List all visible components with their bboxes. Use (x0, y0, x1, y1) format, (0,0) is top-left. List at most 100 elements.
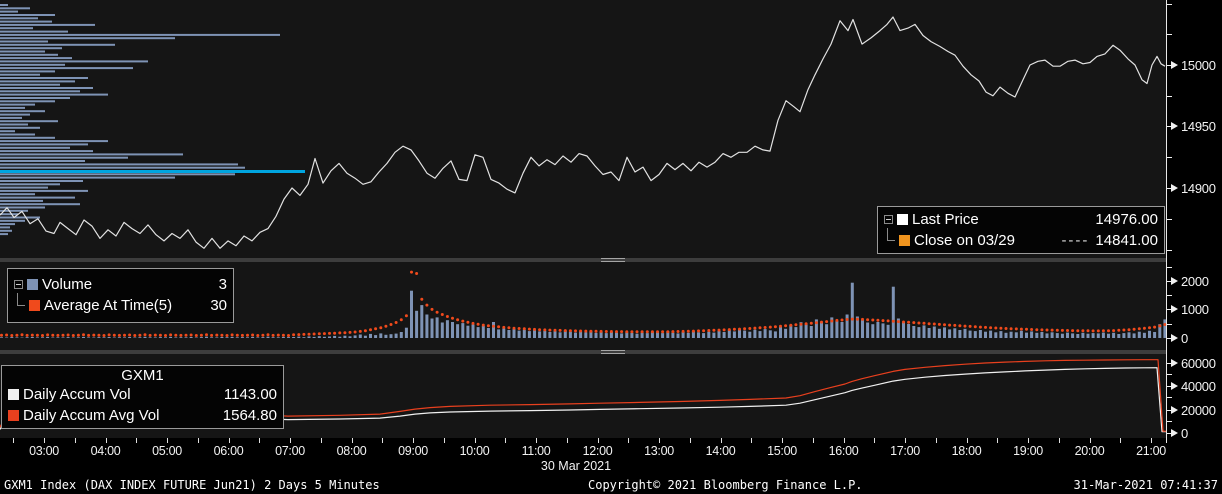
y-axis-label: 60000 (1181, 356, 1216, 371)
x-axis-tick (905, 438, 906, 443)
y-axis-minor-tick (1167, 324, 1172, 325)
legend-row-avg-at-time[interactable]: Average At Time(5) 30 (8, 293, 233, 316)
legend-collapse-icon[interactable] (14, 280, 23, 289)
x-axis-label: 05:00 (152, 444, 182, 458)
x-axis-tick (536, 438, 537, 443)
y-axis-minor-tick (1167, 96, 1172, 97)
close-label: Close on 03/29 (914, 232, 1015, 249)
x-axis-tick (720, 438, 722, 443)
x-axis-label: 09:00 (398, 444, 428, 458)
y-axis-minor-tick (1167, 34, 1172, 35)
y-axis-label: 0 (1181, 426, 1188, 441)
x-axis-tick (413, 438, 414, 443)
volume-legend-box[interactable]: Volume 3 Average At Time(5) 30 (7, 268, 234, 323)
x-axis-tick (197, 438, 199, 443)
x-axis-tick (628, 438, 630, 443)
daily-accum-avg-vol-swatch-icon (8, 410, 19, 421)
daily-accum-vol-label: Daily Accum Vol (23, 386, 131, 403)
y-axis-minor-tick (1167, 397, 1172, 398)
close-swatch-icon (899, 235, 910, 246)
y-axis-label: 14900 (1181, 181, 1216, 196)
x-axis-label: 12:00 (582, 444, 613, 458)
last-price-swatch-icon (897, 214, 908, 225)
x-axis-tick (228, 438, 230, 443)
x-axis-tick (566, 438, 568, 443)
axis-arrow-icon (1171, 334, 1178, 342)
status-bar: GXM1 Index (DAX INDEX FUTURE Jun21) 2 Da… (0, 475, 1222, 494)
daily-accum-avg-vol-value: 1564.80 (222, 407, 277, 424)
y-axis-minor-tick (1167, 157, 1172, 158)
x-axis-label: 03:00 (29, 444, 59, 458)
bloomberg-chart-window: 15000 14950 14900 2000 1000 0 60000 40000 20000 0… (0, 0, 1222, 494)
x-axis-label: 08:00 (336, 444, 367, 458)
x-axis-label: 14:00 (705, 444, 736, 458)
x-axis-date-label: 30 Mar 2021 (540, 459, 612, 473)
y-axis-minor-tick (1167, 219, 1172, 220)
status-security-description: GXM1 Index (DAX INDEX FUTURE Jun21) 2 Da… (4, 478, 380, 492)
legend-row-volume[interactable]: Volume 3 (8, 274, 233, 295)
x-axis-tick (351, 438, 353, 443)
x-axis-tick (751, 438, 753, 443)
x-axis-tick (997, 438, 999, 443)
legend-row-daily-accum-avg-vol[interactable]: Daily Accum Avg Vol 1564.80 (2, 405, 283, 426)
x-axis-tick (320, 438, 322, 443)
x-axis-tick (105, 438, 107, 443)
x-axis-label: 13:00 (644, 444, 674, 458)
y-axis-minor-tick (1167, 250, 1172, 251)
axis-arrow-icon (1171, 406, 1178, 414)
x-axis-label: 19:00 (1013, 444, 1043, 458)
y-axis-label: 1000 (1181, 302, 1209, 317)
x-axis-tick (874, 438, 876, 443)
volume-swatch-icon (27, 279, 38, 290)
y-axis-minor-tick (1167, 374, 1172, 375)
y-axis-minor-tick (1167, 421, 1172, 422)
axis-arrow-icon (1171, 61, 1178, 69)
accum-legend-title: GXM1 (121, 367, 164, 384)
dashed-line-style-icon: ---- (1061, 232, 1090, 249)
x-axis-tick (74, 438, 76, 443)
x-axis-label: 16:00 (828, 444, 859, 458)
x-axis-label: 15:00 (767, 444, 797, 458)
x-axis-label: 18:00 (951, 444, 982, 458)
x-axis-label: 11:00 (521, 444, 551, 458)
axis-arrow-icon (1171, 382, 1178, 390)
y-axis-label: 14950 (1181, 119, 1216, 134)
x-axis-tick (782, 438, 783, 443)
last-price-value: 14976.00 (1095, 211, 1158, 228)
x-axis-tick (1120, 438, 1122, 443)
legend-tree-connector (17, 293, 25, 306)
axis-arrow-icon (1171, 277, 1178, 285)
x-axis-tick (382, 438, 384, 443)
x-axis-tick (443, 438, 445, 443)
volume-label: Volume (42, 276, 93, 293)
x-axis-tick (1151, 438, 1152, 443)
daily-accum-avg-vol-label: Daily Accum Avg Vol (23, 407, 160, 424)
legend-row-last-price[interactable]: Last Price 14976.00 (878, 209, 1164, 230)
x-axis-tick (1058, 438, 1060, 443)
price-legend-box[interactable]: Last Price 14976.00 Close on 03/29 ---- 1… (877, 206, 1165, 254)
avg-at-time-swatch-icon (29, 300, 40, 311)
legend-collapse-icon[interactable] (884, 215, 893, 224)
x-axis-tick (1028, 438, 1029, 443)
y-axis-minor-tick (1167, 295, 1172, 296)
axis-arrow-icon (1171, 429, 1178, 437)
y-axis-minor-tick (1167, 4, 1172, 5)
legend-row-daily-accum-vol[interactable]: Daily Accum Vol 1143.00 (2, 384, 283, 405)
legend-tree-connector (887, 228, 895, 241)
x-axis-tick (505, 438, 507, 443)
x-axis-label: 04:00 (90, 444, 121, 458)
legend-row-close[interactable]: Close on 03/29 ---- 14841.00 (878, 228, 1164, 251)
y-axis-label: 0 (1181, 331, 1188, 346)
accum-legend-box[interactable]: GXM1 Daily Accum Vol 1143.00 Daily Accum… (1, 365, 284, 429)
axis-arrow-icon (1171, 305, 1178, 313)
x-axis-tick (935, 438, 937, 443)
x-axis-tick (689, 438, 691, 443)
x-axis-tick (812, 438, 814, 443)
daily-accum-vol-value: 1143.00 (223, 386, 277, 403)
x-axis-label: 07:00 (275, 444, 305, 458)
volume-value: 3 (218, 276, 227, 293)
x-axis-tick (136, 438, 138, 443)
last-price-label: Last Price (912, 211, 979, 228)
x-axis-label: 10:00 (459, 444, 490, 458)
close-value: 14841.00 (1095, 232, 1158, 249)
